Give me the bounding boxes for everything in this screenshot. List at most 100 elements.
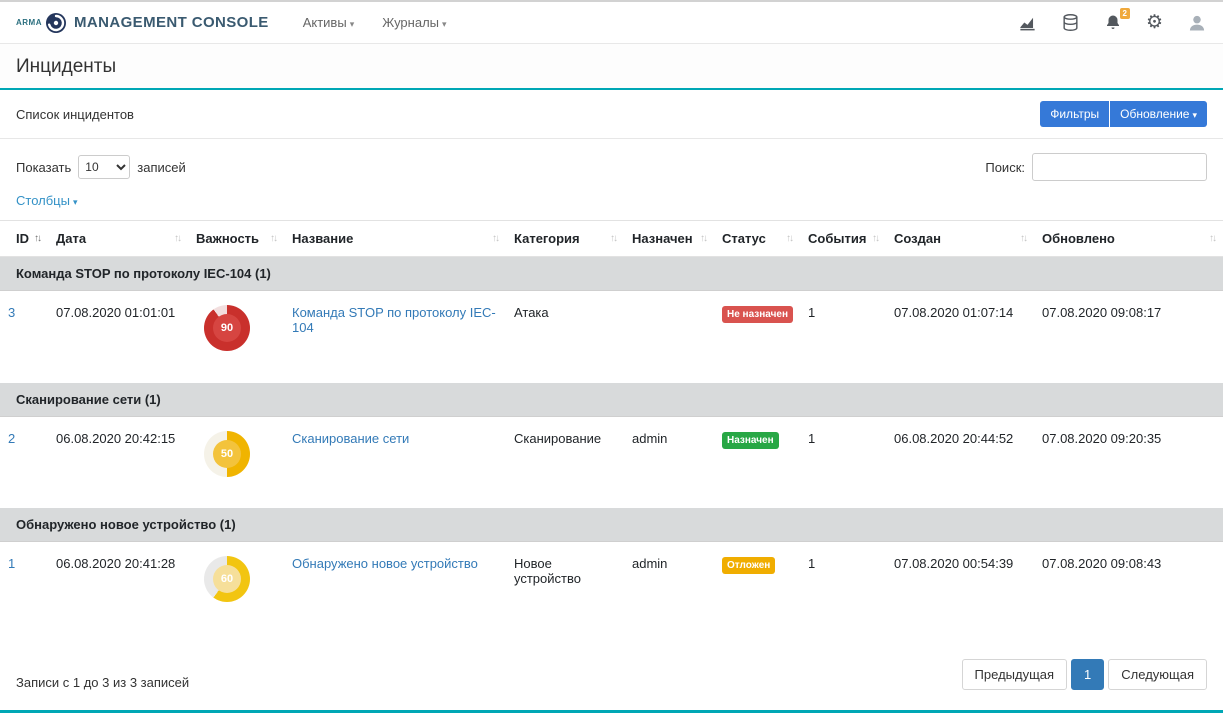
group-header: Сканирование сети (1) (0, 383, 1223, 417)
column-header-name[interactable]: Название↑↓ (284, 221, 506, 257)
severity-value: 60 (221, 573, 233, 585)
user-icon (1187, 13, 1207, 33)
database-icon (1061, 13, 1080, 32)
gear-icon: ⚙ (1146, 13, 1163, 32)
column-header-id[interactable]: ID↑↓ (0, 221, 48, 257)
page-1-button[interactable]: 1 (1071, 659, 1104, 690)
column-header-status[interactable]: Статус↑↓ (714, 221, 800, 257)
incident-created: 06.08.2020 20:44:52 (886, 416, 1034, 508)
incident-id-link[interactable]: 2 (8, 431, 15, 446)
incident-id-link[interactable]: 3 (8, 305, 15, 320)
main-menu: Активы▾ Журналы▾ (303, 15, 447, 30)
incident-date: 07.08.2020 01:01:01 (48, 291, 188, 383)
column-header-events[interactable]: События↑↓ (800, 221, 886, 257)
table-row: 1 06.08.2020 20:41:28 60 Обнаружено ново… (0, 542, 1223, 634)
incident-category: Новое устройство (506, 542, 624, 634)
records-info: Записи с 1 до 3 из 3 записей (16, 675, 189, 690)
sort-icon: ↑↓ (492, 233, 498, 244)
arma-logo-icon (44, 11, 68, 35)
sort-icon: ↑↓ (610, 233, 616, 244)
table-row: 2 06.08.2020 20:42:15 50 Сканирование се… (0, 416, 1223, 508)
navbar-icons: 2 ⚙ (1018, 13, 1207, 33)
records-label: записей (137, 160, 185, 175)
incident-id-link[interactable]: 1 (8, 556, 15, 571)
incident-category: Атака (506, 291, 624, 383)
incident-assignee (624, 291, 714, 383)
severity-value: 50 (221, 448, 233, 460)
table-controls: Показать 10 записей Поиск: (0, 139, 1223, 191)
notification-count-badge: 2 (1120, 8, 1130, 19)
brand-title: MANAGEMENT CONSOLE (74, 14, 269, 31)
group-header: Обнаружено новое устройство (1) (0, 508, 1223, 542)
columns-row: Столбцы▾ (0, 191, 1223, 220)
search-input[interactable] (1032, 153, 1207, 181)
incident-name-link[interactable]: Сканирование сети (292, 431, 409, 446)
incident-updated: 07.08.2020 09:08:17 (1034, 291, 1223, 383)
status-badge: Назначен (722, 432, 779, 449)
incident-events-count: 1 (800, 542, 886, 634)
arma-logo-text: ARMA (16, 18, 42, 27)
next-page-button[interactable]: Следующая (1108, 659, 1207, 690)
top-navbar: ARMA MANAGEMENT CONSOLE Активы▾ Журналы▾ (0, 2, 1223, 44)
settings-button[interactable]: ⚙ (1146, 13, 1163, 32)
chevron-down-icon: ▾ (1192, 110, 1197, 120)
column-header-category[interactable]: Категория↑↓ (506, 221, 624, 257)
sort-icon: ↑↓ (786, 233, 792, 244)
charts-button[interactable] (1018, 13, 1037, 32)
refresh-button[interactable]: Обновление▾ (1110, 101, 1207, 127)
menu-journals-label: Журналы (382, 15, 439, 30)
filters-button[interactable]: Фильтры (1040, 101, 1109, 127)
column-header-date[interactable]: Дата↑↓ (48, 221, 188, 257)
card-title: Список инцидентов (16, 107, 134, 122)
sort-icon: ↑↓ (1209, 233, 1215, 244)
column-header-assignee[interactable]: Назначен↑↓ (624, 221, 714, 257)
incident-events-count: 1 (800, 416, 886, 508)
page-title-bar: Инциденты (0, 44, 1223, 90)
chevron-down-icon: ▾ (442, 19, 447, 29)
menu-assets-label: Активы (303, 15, 347, 30)
incident-assignee: admin (624, 542, 714, 634)
menu-journals[interactable]: Журналы▾ (382, 15, 446, 30)
sort-icon: ↑↓ (700, 233, 706, 244)
incident-name-link[interactable]: Обнаружено новое устройство (292, 556, 478, 571)
show-label: Показать (16, 160, 71, 175)
prev-page-button[interactable]: Предыдущая (962, 659, 1068, 690)
severity-donut: 90 (204, 305, 250, 351)
incident-assignee: admin (624, 416, 714, 508)
sort-icon: ↑↓ (1020, 233, 1026, 244)
database-button[interactable] (1061, 13, 1080, 32)
severity-value: 90 (221, 322, 233, 334)
incident-name-link[interactable]: Команда STOP по протоколу IEC-104 (292, 305, 496, 335)
status-badge: Не назначен (722, 306, 793, 323)
severity-donut: 60 (204, 556, 250, 602)
refresh-button-label: Обновление (1120, 107, 1189, 121)
sort-icon: ↑↓ (34, 233, 40, 244)
page-title: Инциденты (16, 56, 1207, 78)
chevron-down-icon: ▾ (350, 19, 355, 29)
columns-button[interactable]: Столбцы▾ (16, 193, 78, 208)
sort-icon: ↑↓ (270, 233, 276, 244)
card-actions: Фильтры Обновление▾ (1040, 101, 1207, 127)
search-control: Поиск: (985, 153, 1207, 181)
column-header-created[interactable]: Создан↑↓ (886, 221, 1034, 257)
severity-donut: 50 (204, 431, 250, 477)
page-size-select[interactable]: 10 (78, 155, 130, 179)
table-row: 3 07.08.2020 01:01:01 90 Команда STOP по… (0, 291, 1223, 383)
card-header: Список инцидентов Фильтры Обновление▾ (0, 90, 1223, 139)
column-header-updated[interactable]: Обновлено↑↓ (1034, 221, 1223, 257)
search-label: Поиск: (985, 160, 1025, 175)
column-header-severity[interactable]: Важность↑↓ (188, 221, 284, 257)
sort-icon: ↑↓ (174, 233, 180, 244)
incident-created: 07.08.2020 01:07:14 (886, 291, 1034, 383)
incidents-table: ID↑↓ Дата↑↓ Важность↑↓ Название↑↓ Катего… (0, 220, 1223, 634)
incident-updated: 07.08.2020 09:08:43 (1034, 542, 1223, 634)
incident-date: 06.08.2020 20:41:28 (48, 542, 188, 634)
notifications-button[interactable]: 2 (1104, 14, 1122, 32)
table-footer: Записи с 1 до 3 из 3 записей Предыдущая … (0, 645, 1223, 710)
menu-assets[interactable]: Активы▾ (303, 15, 355, 30)
incident-date: 06.08.2020 20:42:15 (48, 416, 188, 508)
brand-logo[interactable]: ARMA MANAGEMENT CONSOLE (16, 11, 269, 35)
group-header: Команда STOP по протоколу IEC-104 (1) (0, 257, 1223, 291)
pagination: Предыдущая 1 Следующая (962, 659, 1207, 690)
user-button[interactable] (1187, 13, 1207, 33)
